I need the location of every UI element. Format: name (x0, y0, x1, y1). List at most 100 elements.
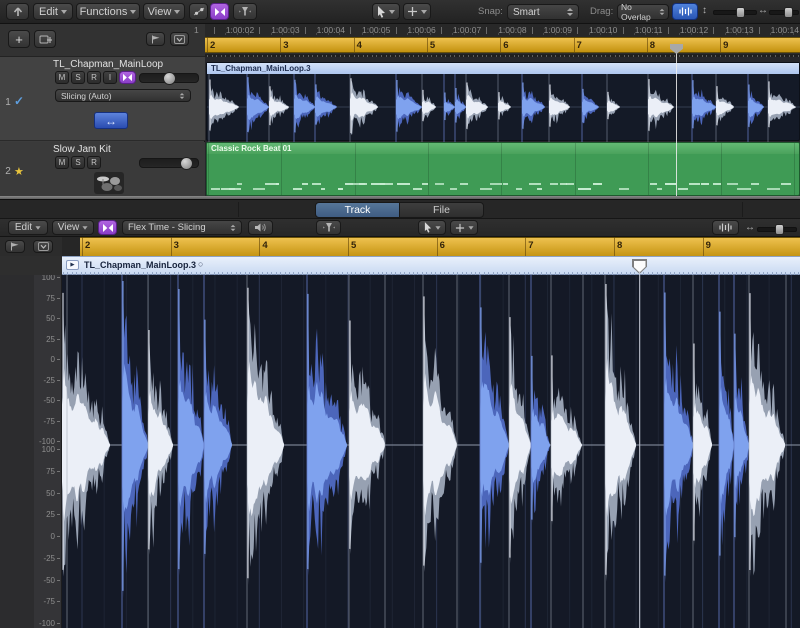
audio-region[interactable]: TL_Chapman_MainLoop.3 (206, 62, 800, 141)
region-header[interactable]: TL_Chapman_MainLoop.3 (207, 63, 799, 74)
functions-menu-button[interactable]: Functions (76, 3, 140, 20)
flex-marker-line[interactable] (639, 271, 640, 628)
bar-line (428, 143, 429, 195)
timeline-time-label: 1 (194, 25, 199, 35)
hierarchy-back-button[interactable] (6, 3, 29, 20)
bar-line (171, 237, 172, 256)
ruler-subtick (282, 33, 283, 35)
flex-mode-dropdown[interactable]: Flex Time - Slicing (122, 220, 242, 235)
add-track-button[interactable]: + (8, 30, 30, 48)
midi-note (657, 188, 662, 190)
bar-line (501, 143, 502, 195)
snap-mode-dropdown[interactable]: Smart (507, 4, 579, 20)
editor-secondary-tool-button[interactable] (450, 220, 478, 235)
track-header-options-button[interactable] (170, 32, 189, 46)
bar-line (207, 38, 208, 52)
track-name[interactable]: Slow Jam Kit (53, 144, 111, 155)
quantize-reference-circle[interactable]: ○ (198, 259, 203, 269)
slider-thumb[interactable] (784, 7, 793, 18)
midi-note (450, 188, 458, 190)
ruler-subtick (271, 33, 272, 35)
horizontal-zoom-slider[interactable] (769, 10, 799, 15)
vertical-zoom-slider[interactable] (713, 10, 757, 15)
editor-waveform-area[interactable] (62, 275, 800, 628)
crosshair-icon (407, 6, 418, 17)
waveform-zoom-icon (718, 222, 733, 233)
editor-cycle-band[interactable]: 23456789 (62, 237, 800, 256)
playhead-line[interactable] (676, 53, 677, 196)
input-monitor-button[interactable]: I (103, 71, 117, 84)
track-volume-slider[interactable] (139, 158, 199, 168)
view-menu-button[interactable]: View (143, 3, 185, 20)
record-enable-button[interactable]: R (87, 156, 101, 169)
amp-scale-label: -50 (34, 576, 55, 585)
flex-parameter-badge[interactable]: ↔ (94, 112, 128, 129)
track-name[interactable]: TL_Chapman_MainLoop (53, 59, 163, 70)
tab-track[interactable]: Track (315, 202, 400, 218)
ruler-subtick (475, 33, 476, 35)
midi-note (701, 183, 708, 185)
editor-pointer-tool-button[interactable] (418, 220, 446, 235)
track-zoom-preset-button[interactable] (146, 32, 165, 46)
track-header-1[interactable]: 1 ✓ TL_Chapman_MainLoop MSRI Slicing (Au… (0, 57, 205, 141)
track-enable-checkmark-icon[interactable]: ✓ (14, 94, 24, 108)
flex-slicing-dropdown[interactable]: Slicing (Auto) (55, 89, 191, 102)
secondary-tool-button[interactable] (403, 3, 431, 20)
amp-scale-tick (57, 339, 60, 340)
midi-note (737, 188, 751, 190)
ruler-subtick (430, 33, 431, 35)
solo-button[interactable]: S (71, 156, 85, 169)
pointer-tool-button[interactable] (372, 3, 400, 20)
funnel-icon (322, 222, 336, 233)
flex-mode-toggle[interactable] (210, 3, 229, 20)
editor-catch-button[interactable] (5, 240, 25, 253)
record-enable-button[interactable]: R (87, 71, 101, 84)
automation-button[interactable] (189, 3, 208, 20)
region-filter-button[interactable] (233, 3, 257, 20)
slider-thumb[interactable] (775, 224, 784, 235)
midi-note (665, 183, 676, 185)
amp-scale-tick (57, 601, 60, 602)
track-header-2[interactable]: 2 ★ Slow Jam Kit MSR (0, 142, 205, 196)
waveform-zoom-toggle[interactable] (672, 3, 698, 20)
prelisten-button[interactable] (248, 220, 273, 235)
editor-view-menu-button[interactable]: View (52, 220, 94, 235)
editor-waveform-zoom-button[interactable] (712, 220, 739, 235)
midi-note (338, 188, 343, 190)
crosshair-icon (455, 223, 465, 233)
region-title: TL_Chapman_MainLoop.3 (211, 64, 311, 73)
track-headers-panel: 1 ✓ TL_Chapman_MainLoop MSRI Slicing (Au… (0, 57, 205, 196)
volume-knob[interactable] (180, 157, 193, 170)
amp-scale-tick (57, 580, 60, 581)
slider-thumb[interactable] (736, 7, 745, 18)
ruler-tick (396, 27, 397, 34)
editor-flex-toggle[interactable] (98, 220, 117, 235)
bar-number: 2 (210, 40, 215, 51)
track-volume-slider[interactable] (139, 73, 199, 83)
region-play-button[interactable]: ▶ (66, 260, 79, 270)
main-timeline-ruler[interactable]: 11:00:021:00:031:00:041:00:051:00:061:00… (205, 24, 800, 37)
editor-filter-button[interactable] (316, 220, 341, 235)
edit-menu-button[interactable]: Edit (33, 3, 73, 20)
drag-mode-dropdown[interactable]: No Overlap (617, 4, 669, 20)
midi-region[interactable]: Classic Rock Beat 01 (206, 142, 800, 196)
editor-region-strip[interactable]: ▶ TL_Chapman_MainLoop.3 ○ (62, 256, 800, 275)
editor-options-button[interactable] (33, 240, 53, 253)
editor-edit-menu-button[interactable]: Edit (8, 220, 48, 235)
bar-line (208, 143, 209, 195)
editor-hzoom-slider[interactable] (757, 227, 797, 232)
duplicate-track-button[interactable] (34, 30, 56, 48)
mute-button[interactable]: M (55, 156, 69, 169)
solo-button[interactable]: S (71, 71, 85, 84)
tab-file[interactable]: File (399, 202, 484, 218)
main-cycle-band[interactable]: 23456789 (205, 37, 800, 53)
midi-note (276, 183, 279, 185)
tracks-lane-area[interactable]: TL_Chapman_MainLoop.3 Classic Rock Beat … (205, 57, 800, 196)
mute-button[interactable]: M (55, 71, 69, 84)
midi-note (503, 183, 509, 185)
volume-knob[interactable] (163, 72, 176, 85)
track-flex-icon[interactable] (119, 71, 136, 84)
amp-scale-label: 100 (34, 445, 55, 454)
midi-note (751, 183, 759, 185)
ruler-subtick (725, 33, 726, 35)
